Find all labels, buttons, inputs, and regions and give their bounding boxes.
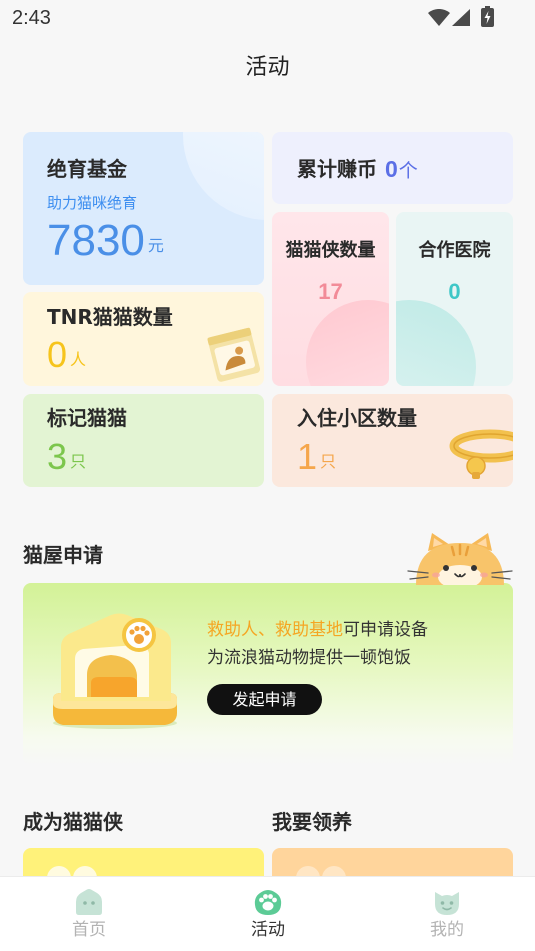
cat-house-line1: 救助人、救助基地可申请设备 — [207, 619, 428, 641]
tab-mine[interactable]: 我的 — [387, 877, 507, 951]
tab-activity-label: 活动 — [251, 920, 285, 940]
tab-home-label: 首页 — [72, 920, 106, 940]
heroes-card-decoration — [306, 300, 389, 386]
page-title: 活动 — [245, 55, 290, 80]
adopt-title: 我要领养 — [272, 810, 352, 834]
communities-card: 入住小区数量 1 只 — [272, 394, 513, 487]
tnr-card: TNR猫猫数量 0 人 — [23, 292, 264, 386]
cat-collar-image — [449, 429, 513, 479]
bottom-tab-bar: 首页 活动 我的 — [0, 876, 535, 951]
home-icon — [76, 889, 102, 915]
marked-value: 3 — [47, 436, 68, 477]
hospitals-card-decoration — [396, 300, 476, 386]
activity-page: 2:43 活动 绝育基金 助力猫咪绝育 7830 元 累计赚币 0 个 猫猫侠数… — [0, 0, 535, 951]
status-time: 2:43 — [12, 7, 51, 29]
cat-house-line2: 为流浪猫动物提供一顿饱饭 — [207, 648, 411, 668]
battery-charging-icon — [481, 6, 494, 27]
coins-card: 累计赚币 0 个 — [272, 132, 513, 204]
heroes-card: 猫猫侠数量 17 — [272, 212, 389, 386]
fund-value-group: 7830 元 — [47, 218, 164, 264]
communities-title: 入住小区数量 — [297, 406, 417, 430]
fund-title: 绝育基金 — [47, 157, 127, 181]
heroes-value: 17 — [318, 279, 343, 304]
hospitals-title: 合作医院 — [418, 240, 491, 261]
paw-icon — [254, 890, 282, 915]
cat-face-icon — [435, 892, 459, 915]
hospitals-card: 合作医院 0 — [396, 212, 513, 386]
fund-unit: 元 — [147, 236, 164, 255]
tab-activity[interactable]: 活动 — [208, 877, 328, 951]
peeking-cat-image — [407, 533, 513, 585]
communities-unit: 只 — [320, 452, 337, 471]
communities-value: 1 — [297, 436, 318, 477]
wifi-icon — [428, 9, 450, 26]
tab-mine-label: 我的 — [430, 920, 464, 940]
signal-icon — [452, 9, 470, 26]
coins-title: 累计赚币 — [297, 157, 377, 181]
cat-house-line1-rest: 可申请设备 — [343, 620, 428, 640]
tnr-value: 0 — [47, 334, 68, 375]
cat-house-highlight: 救助人、救助基地 — [207, 620, 343, 640]
fund-subtitle: 助力猫咪绝育 — [47, 194, 138, 212]
apply-button[interactable]: 发起申请 — [207, 684, 322, 715]
coins-value-group: 0 个 — [385, 156, 418, 182]
become-hero-title: 成为猫猫侠 — [23, 810, 123, 834]
tnr-title: TNR猫猫数量 — [47, 305, 173, 329]
cat-house-section-title: 猫屋申请 — [23, 543, 103, 567]
heroes-title: 猫猫侠数量 — [285, 240, 376, 261]
fund-card: 绝育基金 助力猫咪绝育 7830 元 — [23, 132, 264, 285]
fund-value: 7830 — [47, 216, 145, 265]
cat-house-card[interactable]: 救助人、救助基地可申请设备 为流浪猫动物提供一顿饱饭 发起申请 — [23, 583, 513, 765]
fund-card-decoration — [183, 132, 264, 220]
coins-value: 0 — [385, 156, 398, 182]
marked-unit: 只 — [70, 452, 87, 471]
marked-title: 标记猫猫 — [47, 406, 127, 430]
cat-house-image — [53, 613, 177, 729]
cat-food-bag-image — [207, 327, 261, 382]
communities-value-group: 1 只 — [297, 437, 336, 477]
tnr-unit: 人 — [70, 350, 87, 369]
tab-home[interactable]: 首页 — [29, 877, 149, 951]
tnr-value-group: 0 人 — [47, 335, 86, 375]
hospitals-value: 0 — [448, 279, 461, 304]
marked-value-group: 3 只 — [47, 437, 86, 477]
marked-card: 标记猫猫 3 只 — [23, 394, 264, 487]
coins-unit: 个 — [398, 159, 418, 182]
